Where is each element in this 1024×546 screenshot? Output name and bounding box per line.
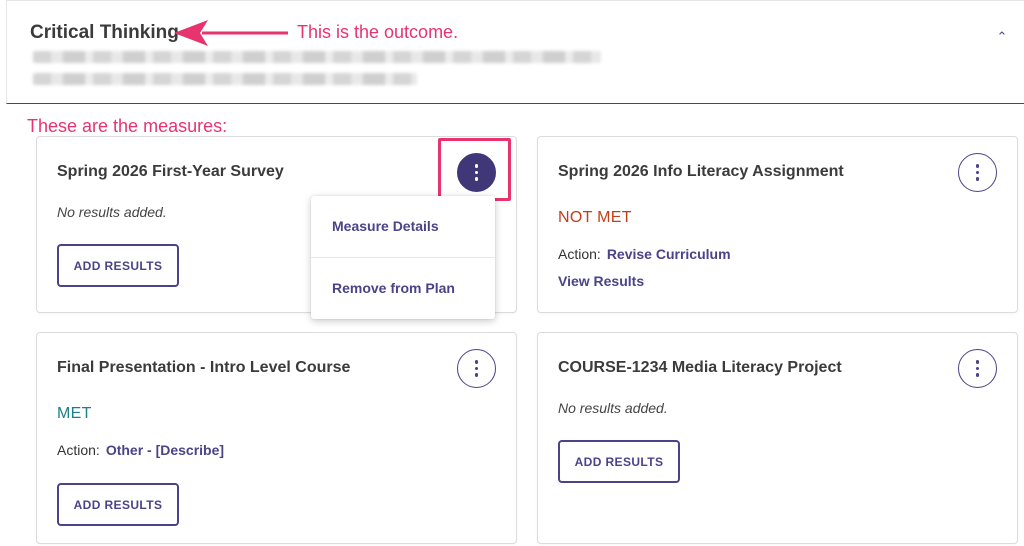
- no-results-text: No results added.: [57, 204, 167, 220]
- action-value-link[interactable]: Other - [Describe]: [106, 442, 224, 458]
- outcome-description-blurred: [33, 73, 417, 85]
- measure-title: Spring 2026 Info Literacy Assignment: [558, 163, 844, 180]
- annotation-measures: These are the measures:: [27, 116, 228, 136]
- measure-title: Final Presentation - Intro Level Course: [57, 359, 351, 376]
- add-results-button[interactable]: ADD RESULTS: [57, 244, 179, 287]
- measure-title: Spring 2026 First-Year Survey: [57, 163, 284, 180]
- kebab-menu-icon: [975, 164, 980, 181]
- annotation-arrow-icon: [174, 20, 288, 46]
- action-line: Action: Revise Curriculum: [558, 246, 731, 262]
- more-options-button[interactable]: [457, 349, 496, 388]
- menu-item-measure-details[interactable]: Measure Details: [311, 196, 495, 256]
- outcome-title: Critical Thinking: [30, 22, 179, 43]
- action-label: Action:: [57, 442, 100, 458]
- outcome-panel: Critical Thinking ⌃: [6, 0, 1024, 104]
- more-options-button[interactable]: [958, 153, 997, 192]
- measure-card: COURSE-1234 Media Literacy Project No re…: [537, 332, 1018, 544]
- kebab-menu-icon: [474, 360, 479, 377]
- menu-item-remove-from-plan[interactable]: Remove from Plan: [311, 257, 495, 317]
- view-results-link[interactable]: View Results: [558, 273, 644, 289]
- measure-card: Final Presentation - Intro Level Course …: [36, 332, 517, 544]
- status-badge: MET: [57, 405, 92, 422]
- action-label: Action:: [558, 246, 601, 262]
- measure-card: Spring 2026 Info Literacy Assignment NOT…: [537, 136, 1018, 313]
- more-options-button[interactable]: [958, 349, 997, 388]
- action-value-link[interactable]: Revise Curriculum: [607, 246, 731, 262]
- kebab-menu-icon: [975, 360, 980, 377]
- annotation-outcome: This is the outcome.: [297, 22, 459, 42]
- annotation-highlight-box: [438, 138, 511, 201]
- measure-options-menu: Measure Details Remove from Plan: [311, 196, 495, 319]
- chevron-up-icon[interactable]: ⌃: [996, 30, 1008, 43]
- outcome-description-blurred: [33, 51, 601, 63]
- action-line: Action: Other - [Describe]: [57, 442, 224, 458]
- add-results-button[interactable]: ADD RESULTS: [558, 440, 680, 483]
- add-results-button[interactable]: ADD RESULTS: [57, 483, 179, 526]
- status-badge: NOT MET: [558, 209, 632, 226]
- no-results-text: No results added.: [558, 400, 668, 416]
- measure-title: COURSE-1234 Media Literacy Project: [558, 359, 842, 376]
